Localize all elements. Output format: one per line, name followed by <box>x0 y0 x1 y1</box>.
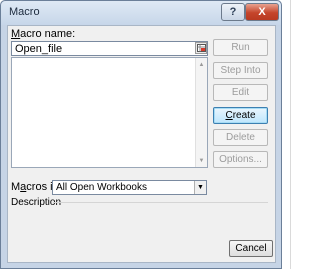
edit-button[interactable]: Edit <box>213 84 268 101</box>
title-bar[interactable]: Macro ? X <box>1 1 281 25</box>
window-title: Macro <box>9 6 40 18</box>
close-button[interactable]: X <box>245 3 279 21</box>
close-icon: X <box>258 6 266 18</box>
dialog-body: Macro name: ▲ ▼ Run Step Into Edit Creat… <box>7 25 276 263</box>
step-into-button[interactable]: Step Into <box>213 62 268 79</box>
delete-button[interactable]: Delete <box>213 129 268 146</box>
help-icon: ? <box>229 6 237 18</box>
macro-name-input[interactable] <box>11 41 208 56</box>
macro-dialog-window: Macro ? X Macro name: ▲ ▼ Run Step Into <box>0 0 282 269</box>
description-separator <box>53 202 268 203</box>
scroll-down-icon[interactable]: ▼ <box>196 155 207 166</box>
cancel-button[interactable]: Cancel <box>229 240 273 257</box>
help-button[interactable]: ? <box>221 3 245 21</box>
macro-list-scrollbar[interactable]: ▲ ▼ <box>195 58 207 167</box>
chevron-down-icon[interactable]: ▼ <box>194 181 206 194</box>
macros-in-value: All Open Workbooks <box>56 182 147 193</box>
scroll-up-icon[interactable]: ▲ <box>196 59 207 70</box>
macro-list[interactable]: ▲ ▼ <box>11 57 208 168</box>
create-button[interactable]: Create <box>213 107 268 124</box>
macro-name-label: Macro name: <box>11 28 76 40</box>
run-button[interactable]: Run <box>213 39 268 56</box>
macros-in-select[interactable]: All Open Workbooks ▼ <box>52 180 207 195</box>
range-select-icon <box>196 44 206 52</box>
background-divider <box>290 0 291 269</box>
options-button[interactable]: Options... <box>213 151 268 168</box>
range-select-button[interactable] <box>195 42 207 54</box>
